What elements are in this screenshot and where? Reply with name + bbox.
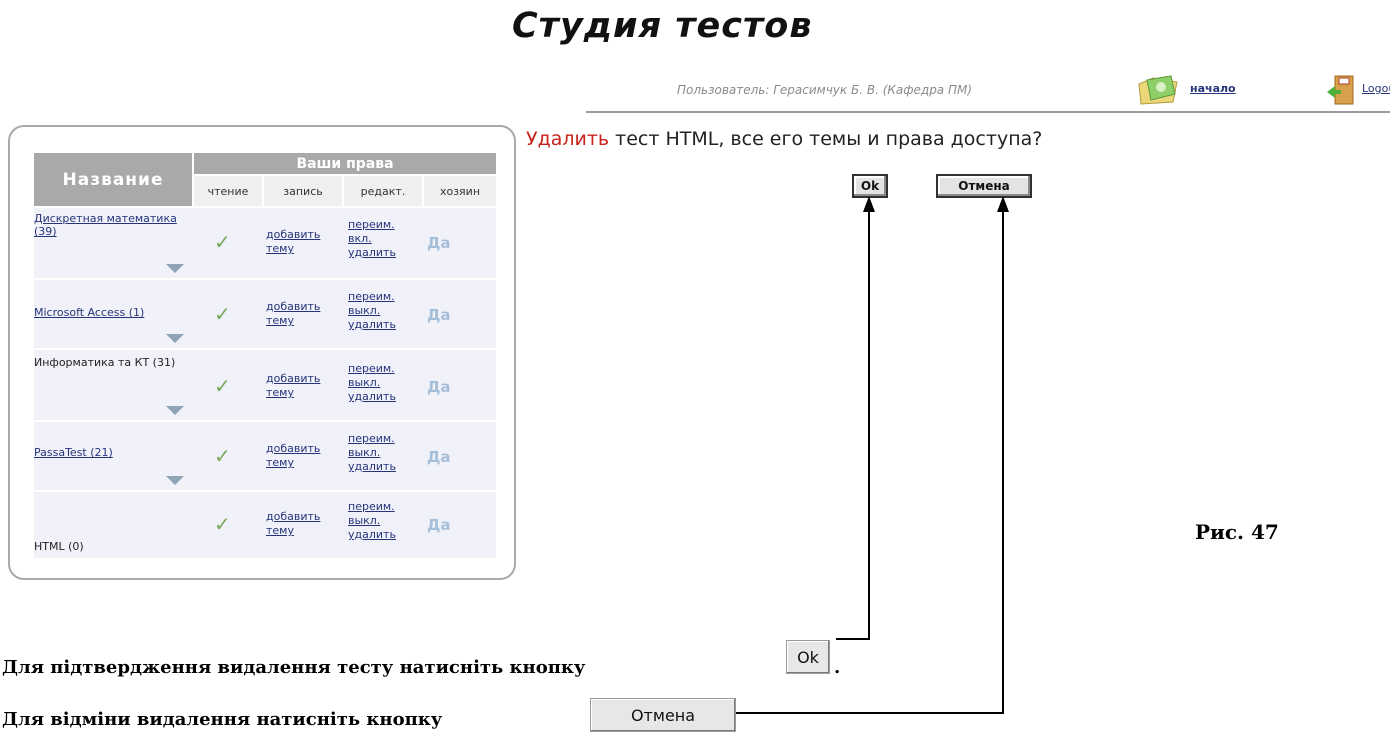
test-name-link[interactable]: HTML (0) (34, 540, 190, 553)
rename-link[interactable]: переим. (348, 432, 412, 446)
table-row: Информатика та КТ (31) ✓ добавить тему п… (34, 348, 496, 422)
add-topic-link[interactable]: добавить тему (266, 228, 338, 256)
table-row: Microsoft Access (1) ✓ добавить тему пер… (34, 278, 496, 350)
test-name-link[interactable]: Информатика та КТ (31) (34, 356, 190, 369)
expand-arrow-icon[interactable] (166, 264, 184, 273)
table-row: Дискретная математика (39) ✓ добавить те… (34, 206, 496, 280)
confirm-instruction: Для підтвердження видалення тесту натисн… (2, 657, 586, 678)
user-bar: Пользователь: Герасимчук Б. В. (Кафедра … (600, 74, 1390, 108)
rename-link[interactable]: переим. (348, 218, 412, 232)
add-topic-link[interactable]: добавить тему (266, 372, 338, 400)
add-topic-link[interactable]: добавить тему (266, 510, 338, 538)
read-check-icon: ✓ (214, 302, 231, 326)
table-row: PassaTest (21) ✓ добавить тему переим. в… (34, 420, 496, 492)
delete-confirmation-text: Удалить тест HTML, все его темы и права … (526, 128, 1042, 150)
toggle-link[interactable]: выкл. (348, 304, 412, 318)
cancel-button[interactable]: Отмена (936, 174, 1032, 198)
callout-line (736, 712, 1004, 714)
rename-link[interactable]: переим. (348, 362, 412, 376)
column-header-rights: Ваши права (194, 153, 496, 174)
owner-value: Да (427, 306, 451, 324)
toggle-link[interactable]: выкл. (348, 446, 412, 460)
subheader-edit: редакт. (344, 176, 422, 206)
delete-link[interactable]: удалить (348, 246, 412, 260)
cancel-button-sample: Отмена (590, 698, 736, 732)
subheader-owner: хозяин (424, 176, 496, 206)
expand-arrow-icon[interactable] (166, 334, 184, 343)
cancel-instruction: Для відміни видалення натисніть кнопку (2, 709, 443, 730)
confirmation-question: тест HTML, все его темы и права доступа? (615, 128, 1043, 150)
edit-actions: переим. вкл. удалить (348, 218, 412, 260)
exit-door-icon[interactable] (1325, 74, 1357, 106)
user-info: Пользователь: Герасимчук Б. В. (Кафедра … (677, 83, 973, 97)
toggle-link[interactable]: выкл. (348, 376, 412, 390)
header-divider (586, 111, 1390, 113)
delete-link[interactable]: удалить (348, 460, 412, 474)
delete-link[interactable]: удалить (348, 528, 412, 542)
add-topic-link[interactable]: добавить тему (266, 300, 338, 328)
test-name-link[interactable]: Дискретная математика (39) (34, 212, 190, 238)
column-header-name: Название (34, 153, 192, 206)
add-topic-link[interactable]: добавить тему (266, 442, 338, 470)
toggle-link[interactable]: вкл. (348, 232, 412, 246)
rename-link[interactable]: переим. (348, 290, 412, 304)
edit-actions: переим. выкл. удалить (348, 362, 412, 404)
toggle-link[interactable]: выкл. (348, 514, 412, 528)
app-title: Студия тестов (512, 6, 813, 46)
delete-word: Удалить (526, 128, 610, 150)
read-check-icon: ✓ (214, 230, 231, 254)
subheader-read: чтение (194, 176, 262, 206)
expand-arrow-icon[interactable] (166, 406, 184, 415)
callout-line (836, 638, 870, 640)
figure-caption: Рис. 47 (1195, 520, 1279, 544)
edit-actions: переим. выкл. удалить (348, 432, 412, 474)
ok-button[interactable]: Ok (852, 174, 888, 198)
test-name-link[interactable]: PassaTest (21) (34, 446, 190, 459)
test-name-link[interactable]: Microsoft Access (1) (34, 306, 190, 319)
edit-actions: переим. выкл. удалить (348, 500, 412, 542)
table-row: HTML (0) ✓ добавить тему переим. выкл. у… (34, 490, 496, 558)
read-check-icon: ✓ (214, 444, 231, 468)
edit-actions: переим. выкл. удалить (348, 290, 412, 332)
subheader-write: запись (264, 176, 342, 206)
callout-line (868, 210, 870, 640)
read-check-icon: ✓ (214, 374, 231, 398)
rename-link[interactable]: переим. (348, 500, 412, 514)
ok-button-sample: Ok (786, 640, 830, 674)
owner-value: Да (427, 516, 451, 534)
owner-value: Да (427, 234, 451, 252)
folder-home-icon[interactable] (1135, 74, 1181, 106)
callout-line (1002, 210, 1004, 714)
read-check-icon: ✓ (214, 512, 231, 536)
home-link[interactable]: начало (1190, 82, 1236, 95)
delete-link[interactable]: удалить (348, 390, 412, 404)
period: . (834, 657, 841, 678)
owner-value: Да (427, 378, 451, 396)
delete-link[interactable]: удалить (348, 318, 412, 332)
logout-link[interactable]: Logout (1362, 82, 1390, 95)
expand-arrow-icon[interactable] (166, 476, 184, 485)
owner-value: Да (427, 448, 451, 466)
